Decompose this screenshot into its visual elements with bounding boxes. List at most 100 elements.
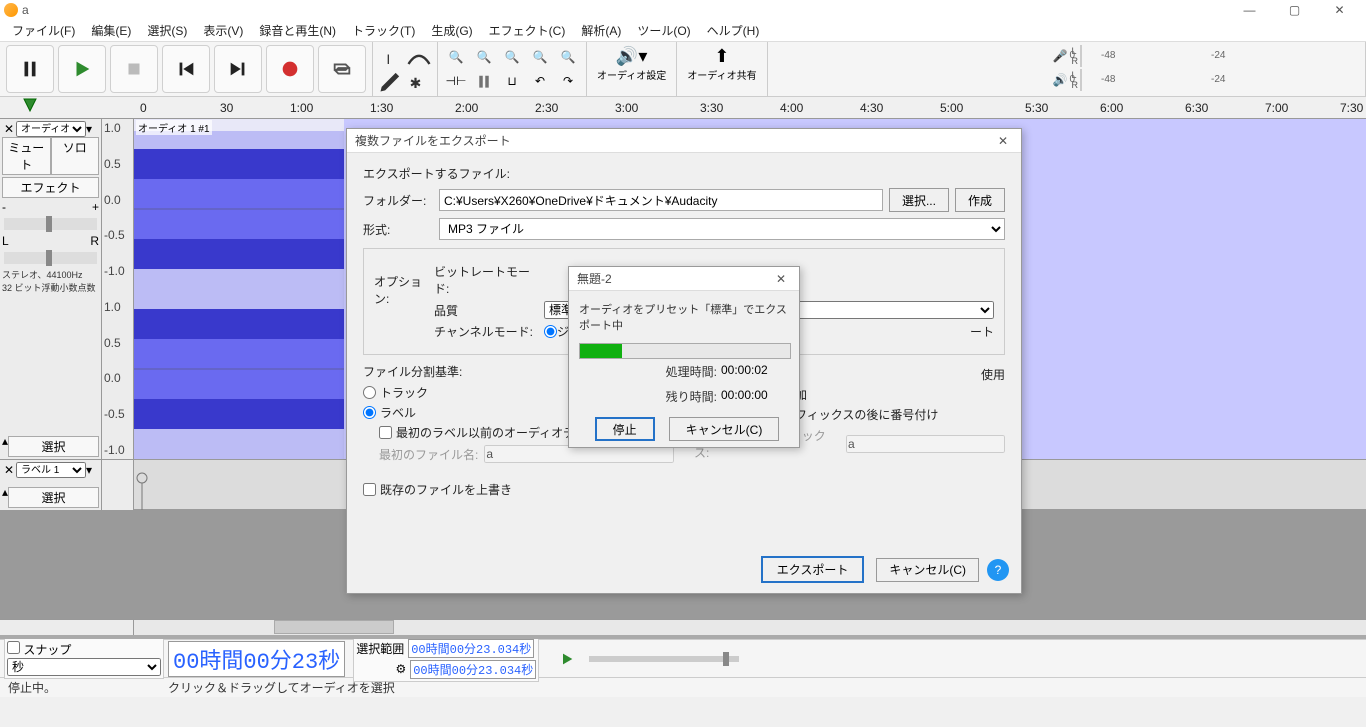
selection-start[interactable]: 00時間00分23.034秒: [408, 639, 534, 658]
draw-tool-icon[interactable]: [377, 69, 405, 93]
solo-button[interactable]: ソロ: [51, 137, 100, 175]
track-close-icon[interactable]: ✕: [2, 122, 16, 136]
folder-create-button[interactable]: 作成: [955, 188, 1005, 212]
minimize-button[interactable]: —: [1227, 0, 1272, 20]
gear-icon[interactable]: ⚙: [356, 662, 406, 676]
snap-box: スナップ 秒: [4, 638, 164, 679]
export-dialog-close-icon[interactable]: ✕: [993, 134, 1013, 148]
time-display[interactable]: 00時間00分23秒: [168, 641, 345, 677]
menu-effect[interactable]: エフェクト(C): [481, 20, 574, 41]
undo-icon[interactable]: ↶: [526, 69, 554, 93]
export-file-heading: エクスポートするファイル:: [363, 165, 1005, 182]
folder-input[interactable]: [439, 189, 883, 211]
channel-joint-radio[interactable]: [544, 325, 557, 338]
menu-edit[interactable]: 編集(E): [83, 20, 139, 41]
recording-meter[interactable]: -48 -24 0: [1080, 45, 1082, 67]
menu-tracks[interactable]: トラック(T): [344, 20, 423, 41]
menu-analyze[interactable]: 解析(A): [573, 20, 629, 41]
gain-slider[interactable]: [4, 218, 97, 230]
horizontal-scrollbar[interactable]: [0, 619, 1366, 635]
export-button[interactable]: エクスポート: [761, 556, 865, 583]
label-name-dropdown[interactable]: ラベル 1: [16, 462, 86, 478]
elapsed-value: 00:00:02: [717, 363, 787, 380]
skip-start-button[interactable]: [162, 45, 210, 93]
trim-icon[interactable]: ⊣⊢: [442, 69, 470, 93]
menu-select[interactable]: 選択(S): [139, 20, 195, 41]
folder-select-button[interactable]: 選択...: [889, 188, 949, 212]
progress-bar: [579, 343, 791, 359]
status-bar: 停止中。 クリック＆ドラッグしてオーディオを選択: [0, 677, 1366, 697]
split-label-radio[interactable]: [363, 406, 376, 419]
progress-cancel-button[interactable]: キャンセル(C): [669, 417, 780, 441]
audio-setup-label[interactable]: オーディオ設定: [597, 67, 666, 82]
snap-unit-select[interactable]: 秒: [7, 658, 161, 676]
clip-title[interactable]: オーディオ 1 #1: [136, 120, 212, 135]
skip-end-button[interactable]: [214, 45, 262, 93]
loop-button[interactable]: [318, 45, 366, 93]
track-select-button[interactable]: 選択: [8, 436, 99, 457]
menu-help[interactable]: ヘルプ(H): [699, 20, 768, 41]
overwrite-checkbox[interactable]: [363, 483, 376, 496]
help-icon[interactable]: ?: [987, 559, 1009, 581]
pause-button[interactable]: [6, 45, 54, 93]
playback-speed-slider[interactable]: [589, 656, 739, 662]
envelope-tool-icon[interactable]: [405, 45, 433, 69]
menu-transport[interactable]: 録音と再生(N): [251, 20, 344, 41]
multi-tool-icon[interactable]: ✱: [405, 69, 433, 93]
export-cancel-button[interactable]: キャンセル(C): [876, 558, 979, 582]
zoom-out-icon[interactable]: 🔍: [470, 45, 498, 69]
zoom-toggle-icon[interactable]: 🔍: [554, 45, 582, 69]
scrollbar-thumb[interactable]: [274, 620, 394, 634]
effect-button[interactable]: エフェクト: [2, 177, 99, 198]
label-menu-icon[interactable]: ▾: [86, 463, 92, 477]
bitrate-label: ビットレートモード:: [434, 263, 544, 297]
format-select[interactable]: MP3 ファイル: [439, 218, 1005, 240]
channel-label: チャンネルモード:: [434, 323, 544, 340]
progress-stop-button[interactable]: 停止: [595, 417, 655, 441]
remaining-label: 残り時間:: [581, 388, 717, 405]
track-menu-icon[interactable]: ▾: [86, 122, 92, 136]
menu-tools[interactable]: ツール(O): [629, 20, 698, 41]
label-track-panel: ✕ ラベル 1 ▾ ▴ 選択: [0, 460, 102, 510]
silence-icon[interactable]: ∥∥: [470, 69, 498, 93]
selection-end[interactable]: 00時間00分23.034秒: [410, 660, 536, 679]
playback-meter[interactable]: -48 -24 0: [1080, 69, 1082, 91]
track-info-rate: ステレオ、44100Hz: [2, 268, 99, 281]
close-button[interactable]: ✕: [1317, 0, 1362, 20]
snap-checkbox[interactable]: [7, 641, 20, 654]
include-before-checkbox[interactable]: [379, 426, 392, 439]
zoom-in-icon[interactable]: 🔍: [442, 45, 470, 69]
maximize-button[interactable]: ▢: [1272, 0, 1317, 20]
menu-file[interactable]: ファイル(F): [4, 20, 83, 41]
record-button[interactable]: [266, 45, 314, 93]
split-track-radio[interactable]: [363, 386, 376, 399]
play-at-speed-button[interactable]: [553, 647, 581, 671]
share-audio-icon[interactable]: ⬆: [714, 46, 729, 67]
timeline-ruler[interactable]: 0 30 1:00 1:30 2:00 2:30 3:00 3:30 4:00 …: [0, 97, 1366, 119]
playhead-icon[interactable]: [22, 97, 38, 116]
remaining-value: 00:00:00: [717, 388, 787, 405]
progress-close-icon[interactable]: ✕: [771, 272, 791, 286]
redo-icon[interactable]: ↷: [554, 69, 582, 93]
share-audio-label[interactable]: オーディオ共有: [687, 67, 756, 82]
fit-selection-icon[interactable]: 🔍: [498, 45, 526, 69]
elapsed-label: 処理時間:: [581, 363, 717, 380]
menu-view[interactable]: 表示(V): [195, 20, 251, 41]
track-name-dropdown[interactable]: オーディオ 1: [16, 121, 86, 137]
label-close-icon[interactable]: ✕: [2, 463, 16, 477]
menu-generate[interactable]: 生成(G): [423, 20, 480, 41]
fit-project-icon[interactable]: 🔍: [526, 45, 554, 69]
progress-dialog: 無題-2 ✕ オーディオをプリセット「標準」でエクスポート中 処理時間:00:0…: [568, 266, 800, 448]
mic-icon: 🎤: [1049, 49, 1072, 63]
selection-label: 選択範囲: [356, 640, 404, 657]
stop-button[interactable]: [110, 45, 158, 93]
progress-fill: [580, 344, 622, 358]
play-button[interactable]: [58, 45, 106, 93]
mute-button[interactable]: ミュート: [2, 137, 51, 175]
selection-tool-icon[interactable]: I: [377, 45, 405, 69]
status-right: クリック＆ドラッグしてオーディオを選択: [168, 679, 395, 696]
label-select-button[interactable]: 選択: [8, 487, 99, 508]
audio-setup-icon[interactable]: 🔊▾: [616, 46, 647, 67]
gap-icon[interactable]: ⊔: [498, 69, 526, 93]
pan-slider[interactable]: [4, 252, 97, 264]
